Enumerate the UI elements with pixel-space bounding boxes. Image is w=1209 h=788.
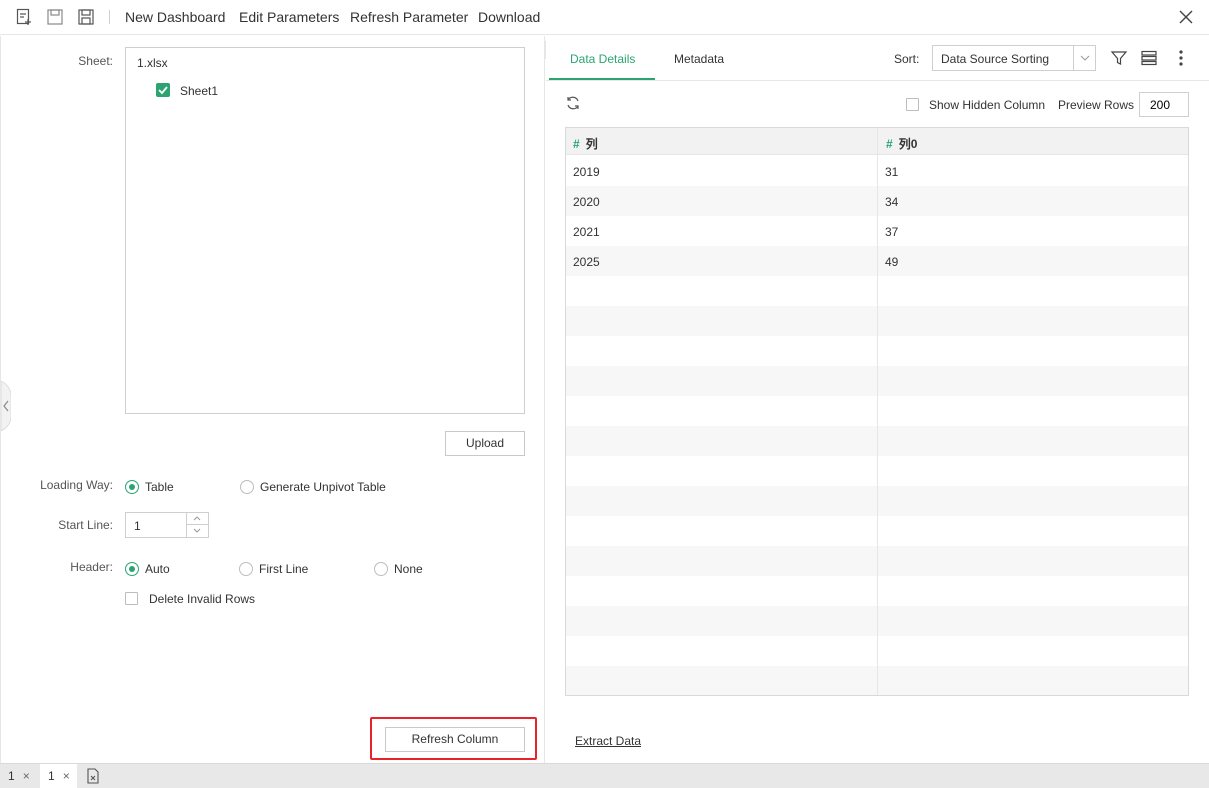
chevron-down-icon [193, 528, 201, 533]
header-none-label: None [394, 562, 423, 576]
numeric-type-icon: # [886, 137, 893, 151]
new-page-icon[interactable] [15, 8, 33, 26]
bottom-tab-active[interactable]: 1 × [40, 764, 77, 788]
column-header[interactable]: # 列 [573, 135, 598, 152]
column-header[interactable]: # 列0 [886, 135, 917, 152]
header-none-radio[interactable] [374, 562, 388, 576]
column-header-label: 列 [585, 137, 598, 151]
show-hidden-column-checkbox[interactable] [906, 98, 919, 111]
sheet-item-label: Sheet1 [180, 84, 219, 98]
loading-way-unpivot-radio[interactable] [240, 480, 254, 494]
collapse-left-icon[interactable] [1, 381, 11, 431]
loading-way-table-radio[interactable] [125, 480, 139, 494]
stepper-up-button[interactable] [187, 513, 208, 525]
data-grid: # 列 # 列0 2019 31 2020 34 2021 37 2025 49 [565, 127, 1189, 696]
table-cell: 31 [885, 165, 899, 179]
toolbar: New Dashboard Edit Parameters Refresh Pa… [0, 0, 1209, 35]
table-cell: 34 [885, 195, 899, 209]
sheet-list: 1.xlsx Sheet1 [125, 47, 525, 414]
stepper-buttons [186, 513, 208, 537]
bottom-tab-label: 1 [48, 769, 55, 783]
sort-label: Sort: [894, 52, 920, 66]
bottom-tab-bar: 1 × 1 × [0, 763, 1209, 788]
file-name: 1.xlsx [137, 56, 168, 70]
left-panel: Sheet: 1.xlsx Sheet1 Upload Loading Way:… [0, 36, 545, 763]
start-line-value: 1 [134, 519, 141, 533]
menu-download[interactable]: Download [478, 9, 540, 25]
bottom-tab[interactable]: 1 × [0, 764, 40, 788]
active-tab-indicator [549, 78, 655, 80]
toolbar-separator [109, 10, 110, 24]
table-cell: 2019 [573, 165, 600, 179]
table-cell: 2020 [573, 195, 600, 209]
stepper-down-button[interactable] [187, 525, 208, 537]
sort-value: Data Source Sorting [941, 52, 1050, 66]
tab-metadata[interactable]: Metadata [674, 52, 724, 66]
column-header-label: 列0 [898, 137, 918, 151]
delete-invalid-rows-checkbox[interactable] [125, 592, 138, 605]
column-divider [877, 128, 878, 695]
header-first-line-radio[interactable] [239, 562, 253, 576]
loading-way-label: Loading Way: [40, 478, 113, 492]
sort-dropdown-button[interactable] [1073, 46, 1095, 70]
excel-file-icon[interactable] [85, 768, 101, 784]
loading-way-unpivot-label: Generate Unpivot Table [260, 480, 386, 494]
refresh-column-button[interactable]: Refresh Column [385, 727, 525, 752]
panel-splitter[interactable] [544, 36, 545, 763]
more-options-icon[interactable] [1172, 49, 1190, 67]
refresh-icon[interactable] [564, 94, 582, 112]
table-cell: 49 [885, 255, 899, 269]
menu-edit-parameters[interactable]: Edit Parameters [239, 9, 339, 25]
chevron-up-icon [193, 516, 201, 521]
header-label: Header: [70, 560, 113, 574]
delete-invalid-rows-label: Delete Invalid Rows [149, 592, 256, 606]
table-cell: 2025 [573, 255, 600, 269]
right-panel: Data Details Metadata Sort: Data Source … [546, 36, 1209, 763]
extract-data-link[interactable]: Extract Data [575, 734, 641, 748]
menu-new-dashboard[interactable]: New Dashboard [125, 9, 225, 25]
sheet-label: Sheet: [78, 54, 113, 68]
close-tab-icon[interactable]: × [23, 769, 30, 783]
list-view-icon[interactable] [1140, 49, 1158, 67]
loading-way-table-label: Table [145, 480, 174, 494]
show-hidden-column-label: Show Hidden Column [929, 98, 1046, 112]
table-cell: 37 [885, 225, 899, 239]
header-auto-radio[interactable] [125, 562, 139, 576]
preview-rows-input[interactable] [1139, 92, 1189, 117]
sheet-checkbox[interactable] [156, 83, 170, 97]
chevron-down-icon [1080, 55, 1090, 61]
menu-refresh-parameter[interactable]: Refresh Parameter [350, 9, 468, 25]
numeric-type-icon: # [573, 137, 580, 151]
header-first-line-label: First Line [259, 562, 309, 576]
start-line-stepper[interactable]: 1 [125, 512, 209, 538]
save-as-icon[interactable] [77, 8, 95, 26]
close-tab-icon[interactable]: × [63, 769, 70, 783]
sort-select[interactable]: Data Source Sorting [932, 45, 1096, 71]
preview-rows-label: Preview Rows [1058, 98, 1135, 112]
bottom-tab-label: 1 [8, 769, 15, 783]
close-icon[interactable] [1177, 8, 1195, 26]
header-auto-label: Auto [145, 562, 170, 576]
table-cell: 2021 [573, 225, 600, 239]
start-line-label: Start Line: [58, 518, 113, 532]
save-icon[interactable] [46, 8, 64, 26]
tabs-bar: Data Details Metadata Sort: Data Source … [546, 36, 1209, 81]
filter-icon[interactable] [1110, 49, 1128, 67]
tab-data-details[interactable]: Data Details [570, 52, 635, 66]
upload-button[interactable]: Upload [445, 431, 525, 456]
